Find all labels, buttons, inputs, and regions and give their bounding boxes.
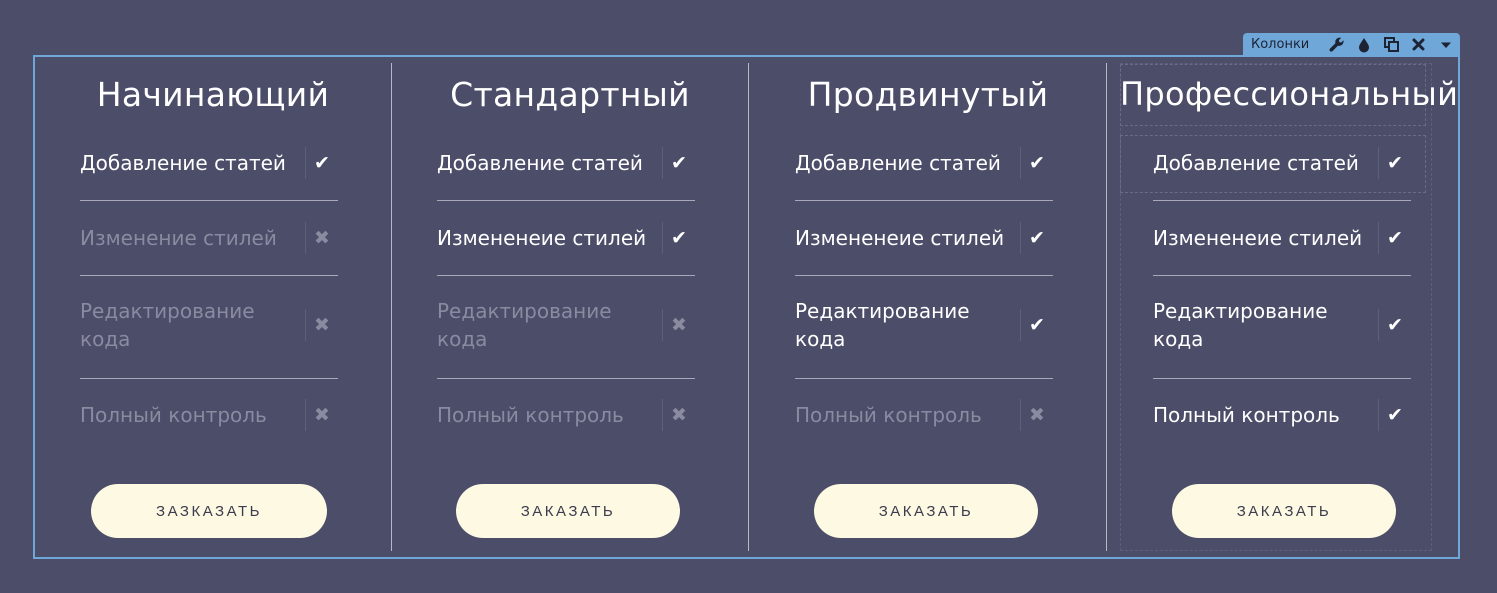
feature-name: Изменение стилей <box>80 226 277 250</box>
feature-name: Редактирование кода <box>437 299 612 351</box>
divider <box>1153 378 1411 379</box>
feature-row: Полный контроль ✖ <box>795 399 1053 431</box>
divider <box>437 200 695 201</box>
order-button[interactable]: ЗАКАЗАТЬ <box>456 484 680 538</box>
droplet-icon[interactable] <box>1351 33 1378 56</box>
plan-column-beginner: Начинающий Добавление статей ✔ Изменение… <box>35 63 392 551</box>
feature-row: Добавление статей ✔ <box>80 147 338 179</box>
plan-title: Продвинутый <box>807 75 1049 114</box>
feature-row: Полный контроль ✖ <box>80 399 338 431</box>
cross-icon: ✖ <box>662 399 695 431</box>
cross-icon: ✖ <box>305 222 338 254</box>
check-icon: ✔ <box>1020 222 1053 254</box>
duplicate-icon[interactable] <box>1378 33 1405 56</box>
feature-row: Измененеие стилей ✔ <box>795 222 1053 254</box>
check-icon: ✔ <box>662 222 695 254</box>
check-icon: ✔ <box>1378 147 1411 179</box>
feature-row: Редактирование кода ✔ <box>1153 297 1411 353</box>
columns-toolbar: Колонки <box>1243 33 1460 56</box>
close-icon[interactable] <box>1405 33 1432 56</box>
pricing-columns: Начинающий Добавление статей ✔ Изменение… <box>35 57 1458 557</box>
check-icon: ✔ <box>1020 147 1053 179</box>
wrench-icon[interactable] <box>1323 33 1350 56</box>
feature-name: Редактирование кода <box>1153 299 1328 351</box>
feature-name: Полный контроль <box>795 403 982 427</box>
divider <box>795 378 1053 379</box>
feature-row: Полный контроль ✔ <box>1153 399 1411 431</box>
check-icon: ✔ <box>1378 309 1411 341</box>
feature-name: Редактирование кода <box>795 299 970 351</box>
divider <box>795 200 1053 201</box>
feature-name: Добавление статей <box>1153 151 1359 175</box>
feature-row: Добавление статей ✔ <box>795 147 1053 179</box>
feature-row: Полный контроль ✖ <box>437 399 695 431</box>
divider <box>80 275 338 276</box>
plan-title: Начинающий <box>96 75 330 114</box>
plan-column-standard: Стандартный Добавление статей ✔ Изменене… <box>392 63 749 551</box>
feature-name: Добавление статей <box>437 151 643 175</box>
divider <box>80 378 338 379</box>
feature-row: Изменение стилей ✖ <box>80 222 338 254</box>
cross-icon: ✖ <box>305 399 338 431</box>
check-icon: ✔ <box>662 147 695 179</box>
order-button[interactable]: ЗАКАЗАТЬ <box>814 484 1038 538</box>
feature-row: Измененеие стилей ✔ <box>437 222 695 254</box>
feature-name: Измененеие стилей <box>437 226 647 250</box>
dropdown-arrow-icon[interactable] <box>1433 33 1460 56</box>
check-icon: ✔ <box>1378 399 1411 431</box>
plan-title: Стандартный <box>450 75 690 114</box>
order-button[interactable]: ЗАЗКАЗАТЬ <box>91 484 327 538</box>
plan-title: Профессиональный <box>1120 75 1459 113</box>
divider <box>437 275 695 276</box>
feature-row: Редактирование кода ✖ <box>437 297 695 353</box>
toolbar-label: Колонки <box>1251 37 1310 52</box>
feature-name: Добавление статей <box>795 151 1001 175</box>
feature-row: Измененеие стилей ✔ <box>1153 222 1411 254</box>
divider <box>1153 200 1411 201</box>
check-icon: ✔ <box>305 147 338 179</box>
feature-name: Полный контроль <box>437 403 624 427</box>
feature-name: Полный контроль <box>80 403 267 427</box>
plan-column-advanced: Продвинутый Добавление статей ✔ Изменене… <box>750 63 1107 551</box>
divider <box>1153 275 1411 276</box>
check-icon: ✔ <box>1020 309 1053 341</box>
divider <box>795 275 1053 276</box>
divider <box>437 378 695 379</box>
cross-icon: ✖ <box>305 309 338 341</box>
cross-icon: ✖ <box>1020 399 1053 431</box>
feature-name: Измененеие стилей <box>795 226 1005 250</box>
divider <box>80 200 338 201</box>
check-icon: ✔ <box>1378 222 1411 254</box>
columns-block[interactable]: Начинающий Добавление статей ✔ Изменение… <box>33 55 1460 559</box>
feature-name: Измененеие стилей <box>1153 226 1363 250</box>
feature-row: Добавление статей ✔ <box>437 147 695 179</box>
plan-column-professional: Профессиональный Добавление статей ✔ Изм… <box>1108 63 1458 551</box>
feature-name: Редактирование кода <box>80 299 255 351</box>
order-button[interactable]: ЗАКАЗАТЬ <box>1172 484 1396 538</box>
feature-row: Редактирование кода ✔ <box>795 297 1053 353</box>
feature-row: Добавление статей ✔ <box>1153 147 1411 179</box>
feature-name: Добавление статей <box>80 151 286 175</box>
feature-row: Редактирование кода ✖ <box>80 297 338 353</box>
cross-icon: ✖ <box>662 309 695 341</box>
feature-name: Полный контроль <box>1153 403 1340 427</box>
